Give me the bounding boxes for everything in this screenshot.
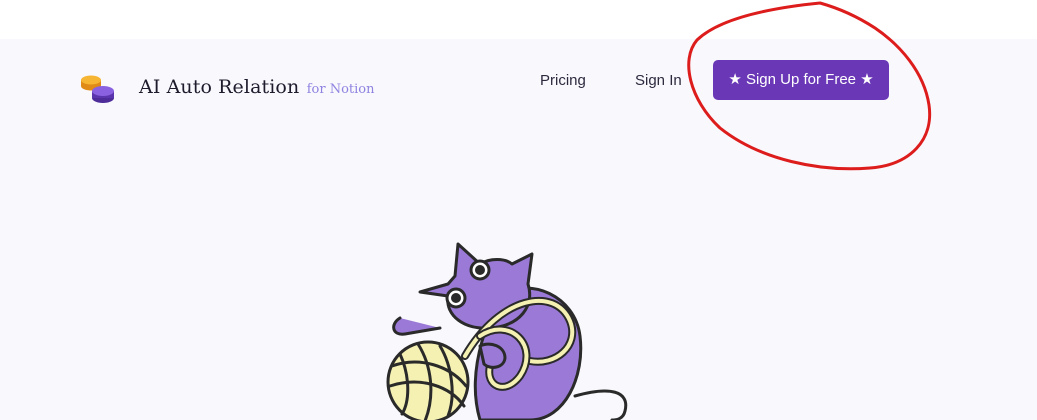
- stacked-coins-icon: [81, 75, 114, 103]
- signup-button[interactable]: ★ Sign Up for Free ★: [713, 60, 889, 100]
- top-strip: [0, 0, 1037, 39]
- brand[interactable]: AI Auto Relation for Notion: [139, 76, 375, 98]
- nav-signin-link[interactable]: Sign In: [635, 72, 682, 90]
- brand-name: AI Auto Relation: [139, 76, 300, 98]
- cat-yarn-illustration: [386, 242, 628, 420]
- nav-pricing-link[interactable]: Pricing: [540, 72, 586, 90]
- brand-suffix: for Notion: [306, 82, 375, 97]
